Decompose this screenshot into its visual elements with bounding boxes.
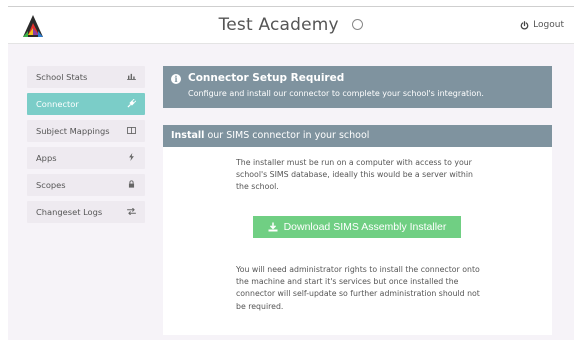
sidebar-item-label: Subject Mappings [36,126,110,136]
installer-requirements-text: The installer must be run on a computer … [236,158,473,192]
power-icon [520,20,529,30]
install-panel: Install our SIMS connector in your schoo… [163,125,552,335]
info-icon: i [171,74,181,84]
download-icon [268,222,278,232]
download-installer-button[interactable]: Download SIMS Assembly Installer [253,216,461,238]
connector-setup-alert: i Connector Setup Required Configure and… [163,66,552,108]
lock-icon [126,180,136,190]
sidebar-item-label: Connector [36,99,79,109]
app-title: Test Academy [8,15,574,35]
admin-rights-text: You will need administrator rights to in… [236,265,480,311]
sidebar-item-label: Apps [36,153,57,163]
sidebar-item-changeset-logs[interactable]: Changeset Logs [27,201,145,223]
sidebar: School Stats Connector Subject Mappings … [27,66,145,228]
sidebar-item-label: Changeset Logs [36,207,103,217]
bar-chart-icon [126,73,136,82]
plug-icon [126,98,136,110]
sidebar-item-school-stats[interactable]: School Stats [27,66,145,88]
panel-heading-bold: Install [171,130,205,141]
app-title-test: Test [218,15,253,35]
sidebar-item-subject-mappings[interactable]: Subject Mappings [27,120,145,142]
sidebar-item-label: School Stats [36,72,88,82]
alert-title: Connector Setup Required [188,72,345,84]
logout-button[interactable]: Logout [520,20,564,30]
columns-icon [126,126,136,136]
top-bar: Test Academy Logout [8,6,574,44]
sidebar-item-connector[interactable]: Connector [27,93,145,115]
download-button-label: Download SIMS Assembly Installer [283,221,447,233]
exchange-icon [126,207,136,217]
sidebar-item-scopes[interactable]: Scopes [27,174,145,196]
app-title-academy: Academy [258,15,339,35]
status-circle-icon [352,19,364,30]
bolt-icon [126,153,136,163]
alert-text: Configure and install our connector to c… [188,89,484,98]
logout-label: Logout [533,20,564,30]
panel-heading: Install our SIMS connector in your schoo… [163,125,552,147]
sidebar-item-apps[interactable]: Apps [27,147,145,169]
sidebar-item-label: Scopes [36,180,66,190]
panel-heading-rest: our SIMS connector in your school [204,130,370,141]
